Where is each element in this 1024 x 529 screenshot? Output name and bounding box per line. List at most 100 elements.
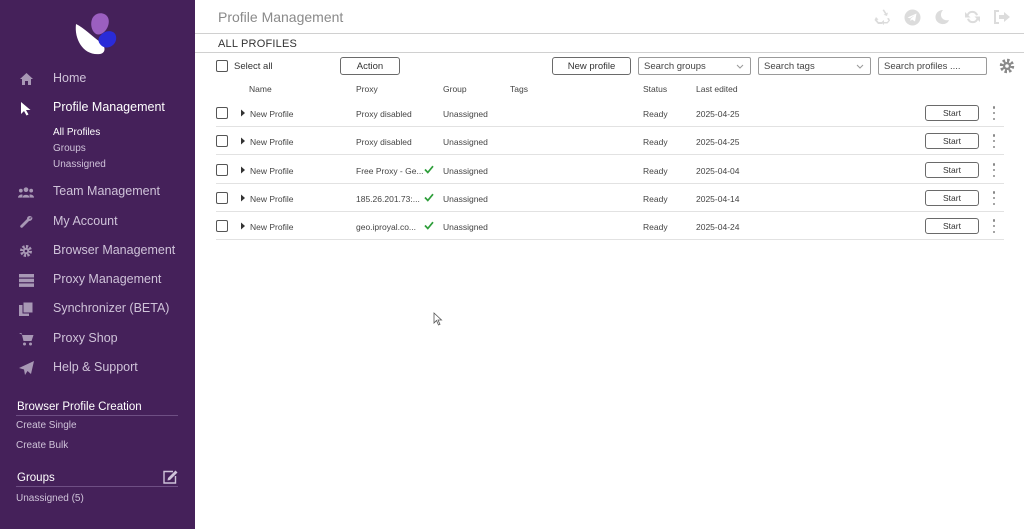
profile-last-edited: 2025-04-14 xyxy=(696,194,740,204)
row-checkbox[interactable] xyxy=(216,220,228,232)
row-checkbox[interactable] xyxy=(216,135,228,147)
column-header-last-edited[interactable]: Last edited xyxy=(696,84,738,94)
subnav-all-profiles[interactable]: All Profiles xyxy=(53,127,100,138)
start-button[interactable]: Start xyxy=(925,105,979,121)
row-checkbox[interactable] xyxy=(216,107,228,119)
profile-name[interactable]: New Profile xyxy=(250,194,293,204)
create-bulk-link[interactable]: Create Bulk xyxy=(16,440,68,451)
refresh-icon[interactable] xyxy=(962,8,982,26)
nav-proxy-management[interactable]: Proxy Management xyxy=(0,268,195,292)
search-groups-dropdown[interactable]: Search groups xyxy=(638,57,751,75)
profile-proxy: geo.iproyal.co... xyxy=(356,222,417,232)
nav-home-label: Home xyxy=(53,71,87,85)
row-menu-kebab-icon[interactable] xyxy=(990,134,998,148)
proxy-ok-check-icon xyxy=(424,221,434,230)
nav-browser-management[interactable]: Browser Management xyxy=(0,239,195,263)
column-header-tags[interactable]: Tags xyxy=(510,84,528,94)
cart-icon xyxy=(18,331,34,347)
nav-team-management[interactable]: Team Management xyxy=(0,180,195,204)
search-profiles-input[interactable] xyxy=(878,57,987,75)
start-button[interactable]: Start xyxy=(925,218,979,234)
sidebar: Home Profile Management All Profiles Gro… xyxy=(0,0,195,529)
app-logo xyxy=(75,13,117,55)
mouse-cursor-icon xyxy=(433,312,443,326)
nav-proxy-shop[interactable]: Proxy Shop xyxy=(0,327,195,351)
expand-caret-icon[interactable] xyxy=(240,222,246,230)
profile-proxy: Proxy disabled xyxy=(356,137,412,147)
select-all-checkbox[interactable] xyxy=(216,60,228,72)
expand-caret-icon[interactable] xyxy=(240,109,246,117)
table-row[interactable]: New Profile Proxy disabled Unassigned Re… xyxy=(216,127,1004,155)
search-groups-label: Search groups xyxy=(644,60,706,72)
start-button[interactable]: Start xyxy=(925,133,979,149)
profile-status: Ready xyxy=(643,109,668,119)
profile-proxy: Free Proxy - Ge... xyxy=(356,166,424,176)
start-button[interactable]: Start xyxy=(925,162,979,178)
row-menu-kebab-icon[interactable] xyxy=(990,219,998,233)
subheader-divider xyxy=(195,52,1024,53)
telegram-icon[interactable] xyxy=(902,8,922,26)
profile-last-edited: 2025-04-24 xyxy=(696,222,740,232)
table-row[interactable]: New Profile 185.26.201.73:... Unassigned… xyxy=(216,184,1004,212)
nav-home[interactable]: Home xyxy=(0,67,195,91)
table-row[interactable]: New Profile geo.iproyal.co... Unassigned… xyxy=(216,212,1004,240)
nav-my-account[interactable]: My Account xyxy=(0,210,195,234)
table-row[interactable]: New Profile Proxy disabled Unassigned Re… xyxy=(216,99,1004,127)
section-divider xyxy=(16,486,178,487)
logout-icon[interactable] xyxy=(992,8,1012,26)
pointer-icon xyxy=(18,100,34,116)
profile-group: Unassigned xyxy=(443,194,488,204)
column-header-group[interactable]: Group xyxy=(443,84,467,94)
profile-status: Ready xyxy=(643,137,668,147)
nav-synchronizer[interactable]: Synchronizer (BETA) xyxy=(0,297,195,321)
nav-synchronizer-label: Synchronizer (BETA) xyxy=(53,301,170,315)
proxy-ok-check-icon xyxy=(424,165,434,174)
section-heading-all-profiles: ALL PROFILES xyxy=(218,38,298,50)
select-all[interactable]: Select all xyxy=(216,60,273,72)
group-unassigned-link[interactable]: Unassigned (5) xyxy=(16,493,84,504)
profile-name[interactable]: New Profile xyxy=(250,166,293,176)
row-menu-kebab-icon[interactable] xyxy=(990,106,998,120)
profile-name[interactable]: New Profile xyxy=(250,222,293,232)
profile-group: Unassigned xyxy=(443,222,488,232)
gear-icon xyxy=(18,243,34,259)
start-button[interactable]: Start xyxy=(925,190,979,206)
home-icon xyxy=(18,71,34,87)
table-settings-gear-icon[interactable] xyxy=(999,58,1015,74)
nav-help-support[interactable]: Help & Support xyxy=(0,356,195,380)
action-button[interactable]: Action xyxy=(340,57,400,75)
nav-profile-management[interactable]: Profile Management xyxy=(0,96,195,120)
create-single-link[interactable]: Create Single xyxy=(16,420,77,431)
moon-icon[interactable] xyxy=(932,8,952,26)
nav-my-account-label: My Account xyxy=(53,214,118,228)
profile-name[interactable]: New Profile xyxy=(250,109,293,119)
nav-profile-management-label: Profile Management xyxy=(53,100,165,114)
profile-last-edited: 2025-04-04 xyxy=(696,166,740,176)
nav-team-management-label: Team Management xyxy=(53,184,161,198)
column-header-status[interactable]: Status xyxy=(643,84,667,94)
expand-caret-icon[interactable] xyxy=(240,194,246,202)
column-header-name[interactable]: Name xyxy=(249,84,272,94)
row-menu-kebab-icon[interactable] xyxy=(990,191,998,205)
expand-caret-icon[interactable] xyxy=(240,137,246,145)
column-header-proxy[interactable]: Proxy xyxy=(356,84,378,94)
profile-proxy: Proxy disabled xyxy=(356,109,412,119)
search-tags-dropdown[interactable]: Search tags xyxy=(758,57,871,75)
profile-group: Unassigned xyxy=(443,109,488,119)
new-profile-button[interactable]: New profile xyxy=(552,57,631,75)
expand-caret-icon[interactable] xyxy=(240,166,246,174)
table-row[interactable]: New Profile Free Proxy - Ge... Unassigne… xyxy=(216,156,1004,184)
section-profile-creation-title: Browser Profile Creation xyxy=(17,401,142,413)
edit-groups-icon[interactable] xyxy=(163,470,178,484)
wrench-icon xyxy=(18,214,34,230)
row-menu-kebab-icon[interactable] xyxy=(990,163,998,177)
row-checkbox[interactable] xyxy=(216,164,228,176)
subnav-unassigned[interactable]: Unassigned xyxy=(53,159,106,170)
nav-proxy-shop-label: Proxy Shop xyxy=(53,331,118,345)
profile-status: Ready xyxy=(643,166,668,176)
header-divider xyxy=(195,33,1024,34)
subnav-groups[interactable]: Groups xyxy=(53,143,86,154)
recycle-icon[interactable] xyxy=(872,8,892,26)
row-checkbox[interactable] xyxy=(216,192,228,204)
profile-name[interactable]: New Profile xyxy=(250,137,293,147)
